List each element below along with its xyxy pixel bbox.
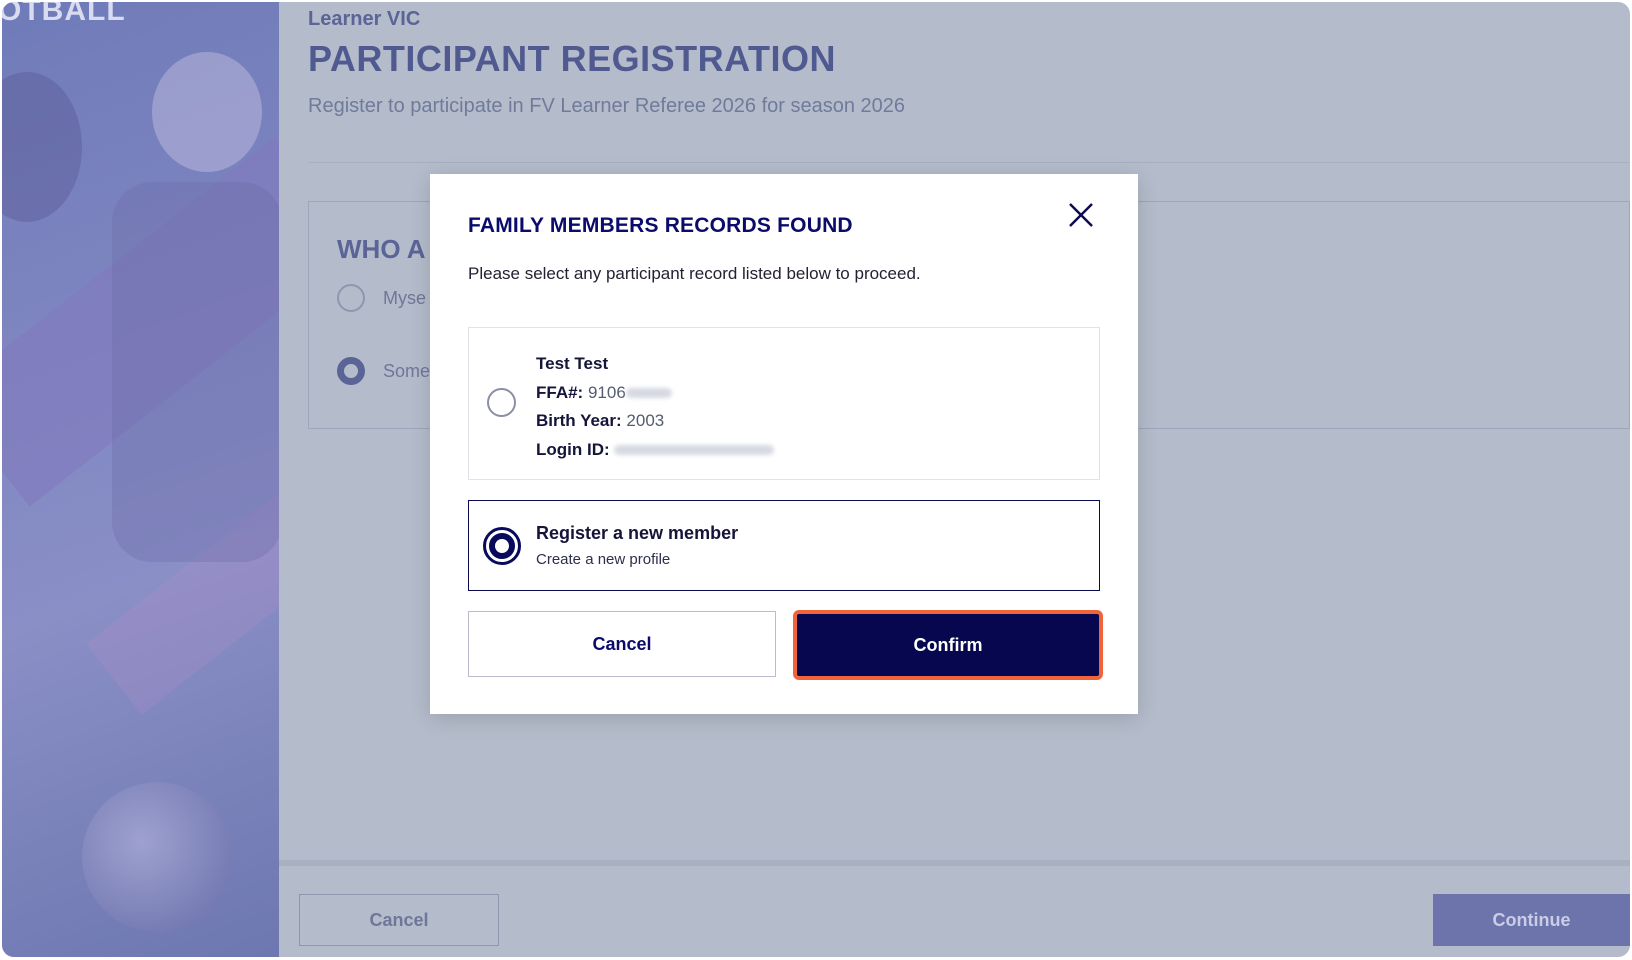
footer-continue-button[interactable]: Continue [1433, 894, 1630, 946]
option-myself[interactable]: Myse [337, 284, 426, 312]
radio-selected-icon[interactable] [483, 527, 521, 565]
option-someone-else[interactable]: Some [337, 357, 430, 385]
app-frame: OTBALL Learner VIC PARTICIPANT REGISTRAT… [2, 2, 1630, 957]
divider [308, 162, 1630, 163]
hero-image-panel: OTBALL [2, 2, 279, 957]
close-icon[interactable] [1066, 200, 1096, 230]
modal-confirm-button[interactable]: Confirm [793, 610, 1103, 680]
radio-icon[interactable] [487, 388, 516, 417]
family-records-modal: FAMILY MEMBERS RECORDS FOUND Please sele… [430, 174, 1138, 714]
hero-figure-body [112, 182, 279, 562]
modal-cancel-button[interactable]: Cancel [468, 611, 776, 677]
hero-figure [152, 52, 262, 172]
new-member-title: Register a new member [536, 523, 739, 543]
page-title: PARTICIPANT REGISTRATION [308, 38, 836, 79]
who-card-title: WHO A [337, 234, 426, 264]
participant-record-option[interactable]: Test Test FFA#: 9106 Birth Year: 2003 Lo… [468, 327, 1100, 480]
radio-icon [337, 284, 365, 312]
radio-selected-icon [337, 357, 365, 385]
modal-title: FAMILY MEMBERS RECORDS FOUND [468, 214, 853, 237]
radio-dot [495, 539, 509, 553]
ffa-label: FFA#: [536, 382, 584, 402]
brand-logo-text: OTBALL [2, 2, 126, 27]
page-description: Register to participate in FV Learner Re… [308, 95, 906, 117]
birth-year-label: Birth Year: [536, 411, 622, 430]
footer-divider [279, 860, 1630, 866]
register-new-member-option[interactable]: Register a new member Create a new profi… [468, 500, 1100, 591]
birth-year-value: 2003 [626, 411, 665, 430]
new-member-subtitle: Create a new profile [536, 551, 671, 568]
modal-description: Please select any participant record lis… [468, 264, 921, 283]
redacted-text [614, 445, 775, 456]
page-subtitle: Learner VIC [308, 8, 421, 30]
ffa-value: 9106 [587, 382, 626, 402]
soccer-ball-image [82, 782, 232, 932]
hero-figure [2, 72, 82, 222]
redacted-text [625, 388, 672, 399]
record-details: Test Test FFA#: 9106 Birth Year: 2003 Lo… [536, 350, 775, 464]
record-name: Test Test [536, 354, 609, 373]
login-id-label: Login ID: [536, 439, 610, 459]
option-label: Myse [383, 287, 427, 308]
option-label: Some [383, 360, 431, 381]
footer-cancel-button[interactable]: Cancel [299, 894, 499, 946]
